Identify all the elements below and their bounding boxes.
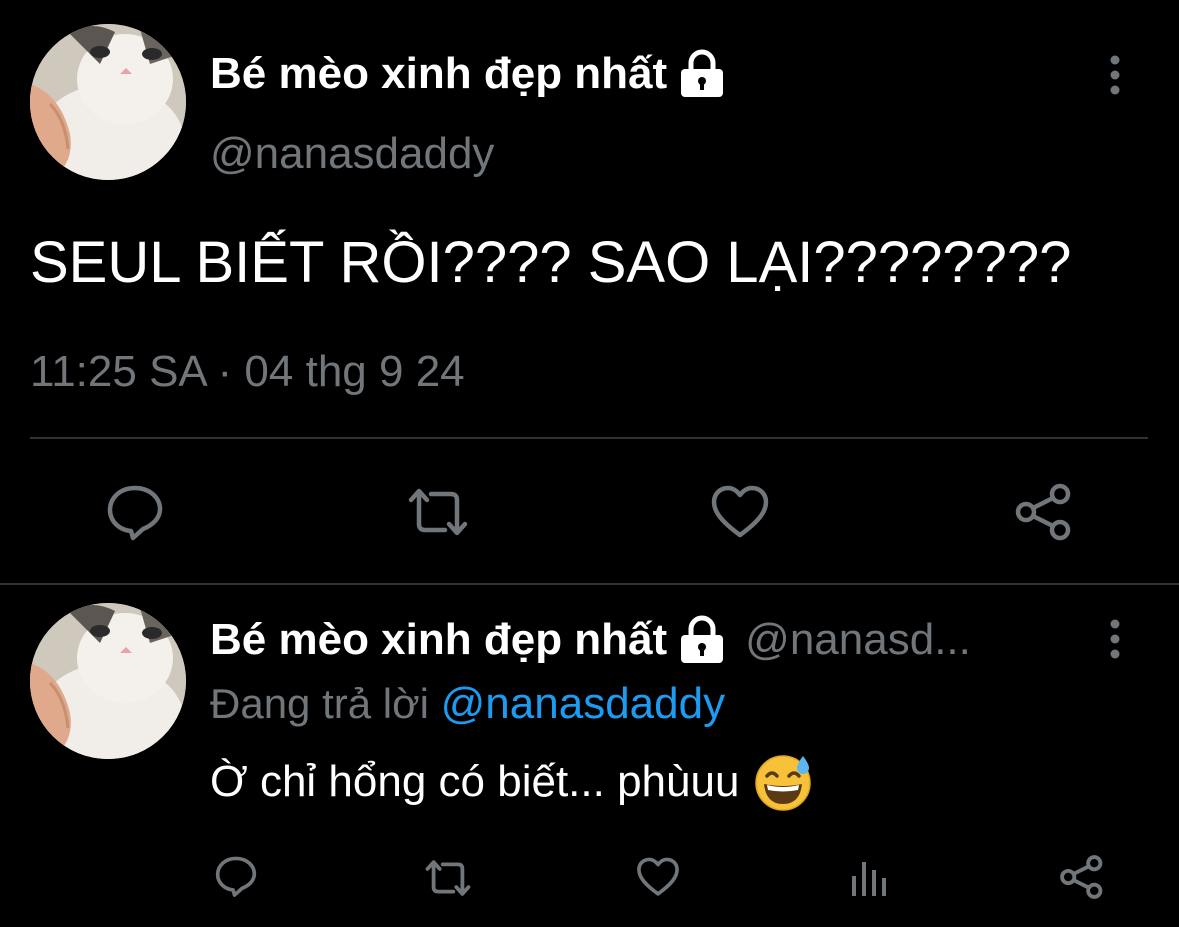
handle[interactable]: @nanasdaddy [210, 128, 494, 180]
display-name-row[interactable]: Bé mèo xinh đẹp nhất @nanasd... [210, 614, 971, 666]
reply-icon[interactable] [105, 483, 165, 541]
tweet-separator [0, 583, 1179, 585]
timestamp[interactable]: 11:25 SA · 04 thg 9 24 [30, 346, 465, 398]
main-tweet: Bé mèo xinh đẹp nhất @nanasdaddy SEUL BI… [0, 0, 1179, 585]
cat-avatar-image [30, 24, 186, 180]
retweet-icon[interactable] [423, 858, 473, 898]
avatar[interactable] [30, 603, 186, 759]
lock-icon [677, 48, 727, 100]
retweet-icon[interactable] [405, 486, 471, 538]
cat-avatar-image [30, 603, 186, 759]
more-icon[interactable] [1105, 54, 1125, 98]
share-icon[interactable] [1059, 854, 1105, 900]
lock-icon [677, 614, 727, 666]
replying-prefix: Đang trả lời [210, 680, 429, 727]
display-name[interactable]: Bé mèo xinh đẹp nhất [210, 48, 667, 100]
tweet-text: Ờ chỉ hổng có biết... phùuu [210, 752, 813, 812]
avatar[interactable] [30, 24, 186, 180]
share-icon[interactable] [1014, 482, 1074, 542]
handle[interactable]: @nanasd... [745, 614, 971, 666]
like-icon[interactable] [636, 856, 680, 898]
tweet-text: SEUL BIẾT RỒI???? SAO LẠI???????? [30, 230, 1072, 295]
reply-icon[interactable] [214, 854, 258, 898]
like-icon[interactable] [710, 484, 770, 540]
replying-mention[interactable]: @nanasdaddy [441, 679, 725, 728]
replying-to: Đang trả lời @nanasdaddy [210, 678, 725, 730]
reply-tweet[interactable]: Bé mèo xinh đẹp nhất @nanasd... Đang trả… [0, 586, 1179, 927]
display-name[interactable]: Bé mèo xinh đẹp nhất [210, 614, 667, 666]
divider [30, 437, 1148, 439]
reply-text: Ờ chỉ hổng có biết... phùuu [210, 757, 740, 806]
views-icon[interactable] [850, 854, 890, 898]
more-icon[interactable] [1105, 618, 1125, 662]
grinning-sweat-emoji-icon [753, 752, 813, 812]
display-name-row[interactable]: Bé mèo xinh đẹp nhất [210, 48, 727, 100]
